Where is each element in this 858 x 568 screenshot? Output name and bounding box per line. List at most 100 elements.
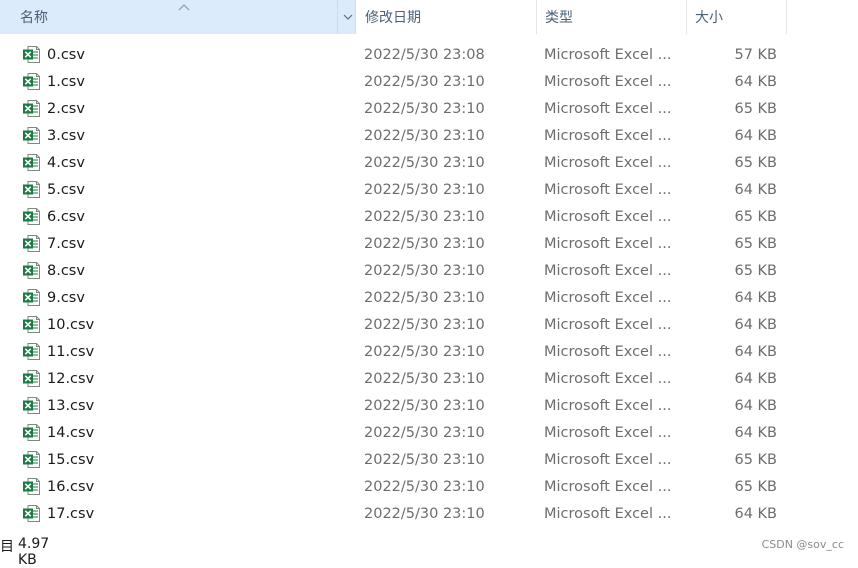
file-row[interactable]: 5.csv 2022/5/30 23:10 Microsoft Excel ... 6… (0, 178, 858, 205)
excel-csv-icon (22, 369, 41, 388)
excel-csv-icon (22, 396, 41, 415)
column-header-type[interactable]: 类型 (537, 0, 687, 34)
file-row[interactable]: 0.csv 2022/5/30 23:08 Microsoft Excel ... 5… (0, 43, 858, 70)
file-row[interactable]: 13.csv 2022/5/30 23:10 Microsoft Excel ...… (0, 394, 858, 421)
file-size: 64 KB (734, 128, 777, 144)
file-row[interactable]: 16.csv 2022/5/30 23:10 Microsoft Excel ...… (0, 475, 858, 502)
file-row[interactable]: 17.csv 2022/5/30 23:10 Microsoft Excel ...… (0, 502, 858, 529)
file-name: 10.csv (47, 317, 95, 333)
file-row[interactable]: 15.csv 2022/5/30 23:10 Microsoft Excel ...… (0, 448, 858, 475)
file-date: 2022/5/30 23:10 (364, 155, 485, 171)
file-size: 64 KB (734, 290, 777, 306)
excel-csv-icon (22, 72, 41, 91)
file-size: 65 KB (734, 155, 777, 171)
file-type: Microsoft Excel ... (544, 47, 672, 63)
file-row[interactable]: 4.csv 2022/5/30 23:10 Microsoft Excel ... 6… (0, 151, 858, 178)
file-name: 17.csv (47, 506, 95, 522)
status-text-fragment: 目 (0, 539, 14, 555)
file-type: Microsoft Excel ... (544, 263, 672, 279)
file-type: Microsoft Excel ... (544, 290, 672, 306)
excel-csv-icon (22, 450, 41, 469)
excel-csv-icon (22, 234, 41, 253)
file-name: 12.csv (47, 371, 95, 387)
file-date: 2022/5/30 23:10 (364, 452, 485, 468)
file-date: 2022/5/30 23:08 (364, 47, 485, 63)
file-date: 2022/5/30 23:10 (364, 236, 485, 252)
excel-csv-icon (22, 504, 41, 523)
file-name: 11.csv (47, 344, 95, 360)
file-type: Microsoft Excel ... (544, 182, 672, 198)
excel-csv-icon (22, 180, 41, 199)
file-name: 13.csv (47, 398, 95, 414)
column-header-size-label: 大小 (695, 10, 723, 26)
file-row[interactable]: 8.csv 2022/5/30 23:10 Microsoft Excel ... 6… (0, 259, 858, 286)
column-header-bar: 名称 修改日期 类型 大小 (0, 0, 858, 34)
file-row[interactable]: 6.csv 2022/5/30 23:10 Microsoft Excel ... 6… (0, 205, 858, 232)
file-row[interactable]: 2.csv 2022/5/30 23:10 Microsoft Excel ... 6… (0, 97, 858, 124)
file-size: 64 KB (734, 506, 777, 522)
file-size: 64 KB (734, 74, 777, 90)
file-row[interactable]: 3.csv 2022/5/30 23:10 Microsoft Excel ... 6… (0, 124, 858, 151)
sort-ascending-icon (178, 4, 190, 11)
file-name: 16.csv (47, 479, 95, 495)
file-row[interactable]: 7.csv 2022/5/30 23:10 Microsoft Excel ... 6… (0, 232, 858, 259)
file-type: Microsoft Excel ... (544, 398, 672, 414)
selection-size: 4.97 KB (18, 536, 50, 568)
file-date: 2022/5/30 23:10 (364, 128, 485, 144)
file-row[interactable]: 11.csv 2022/5/30 23:10 Microsoft Excel ...… (0, 340, 858, 367)
file-type: Microsoft Excel ... (544, 371, 672, 387)
column-header-date-label: 修改日期 (365, 10, 421, 26)
column-filter-dropdown[interactable] (337, 0, 357, 34)
column-header-size[interactable]: 大小 (687, 0, 787, 34)
file-name: 7.csv (47, 236, 85, 252)
file-type: Microsoft Excel ... (544, 344, 672, 360)
file-size: 64 KB (734, 344, 777, 360)
file-row[interactable]: 14.csv 2022/5/30 23:10 Microsoft Excel ...… (0, 421, 858, 448)
excel-csv-icon (22, 423, 41, 442)
excel-csv-icon (22, 99, 41, 118)
file-name: 15.csv (47, 452, 95, 468)
file-name: 5.csv (47, 182, 85, 198)
file-row[interactable]: 10.csv 2022/5/30 23:10 Microsoft Excel ...… (0, 313, 858, 340)
file-type: Microsoft Excel ... (544, 317, 672, 333)
column-header-date[interactable]: 修改日期 (357, 0, 537, 34)
file-type: Microsoft Excel ... (544, 425, 672, 441)
file-size: 57 KB (734, 47, 777, 63)
excel-csv-icon (22, 288, 41, 307)
file-name: 2.csv (47, 101, 85, 117)
file-date: 2022/5/30 23:10 (364, 290, 485, 306)
file-date: 2022/5/30 23:10 (364, 74, 485, 90)
excel-csv-icon (22, 207, 41, 226)
file-date: 2022/5/30 23:10 (364, 479, 485, 495)
file-type: Microsoft Excel ... (544, 506, 672, 522)
excel-csv-icon (22, 45, 41, 64)
file-size: 65 KB (734, 209, 777, 225)
file-type: Microsoft Excel ... (544, 236, 672, 252)
file-row[interactable]: 1.csv 2022/5/30 23:10 Microsoft Excel ... 6… (0, 70, 858, 97)
file-list: 0.csv 2022/5/30 23:08 Microsoft Excel ... 5… (0, 43, 858, 529)
column-header-type-label: 类型 (545, 10, 573, 26)
excel-csv-icon (22, 315, 41, 334)
file-size: 65 KB (734, 452, 777, 468)
file-date: 2022/5/30 23:10 (364, 182, 485, 198)
chevron-down-icon (343, 14, 352, 20)
file-size: 64 KB (734, 371, 777, 387)
column-header-name-label: 名称 (20, 10, 48, 26)
file-name: 3.csv (47, 128, 85, 144)
file-size: 64 KB (734, 398, 777, 414)
file-name: 1.csv (47, 74, 85, 90)
file-date: 2022/5/30 23:10 (364, 344, 485, 360)
file-size: 65 KB (734, 101, 777, 117)
file-type: Microsoft Excel ... (544, 155, 672, 171)
file-type: Microsoft Excel ... (544, 209, 672, 225)
excel-csv-icon (22, 477, 41, 496)
file-date: 2022/5/30 23:10 (364, 398, 485, 414)
file-row[interactable]: 12.csv 2022/5/30 23:10 Microsoft Excel ...… (0, 367, 858, 394)
file-row[interactable]: 9.csv 2022/5/30 23:10 Microsoft Excel ... 6… (0, 286, 858, 313)
file-size: 64 KB (734, 182, 777, 198)
file-size: 64 KB (734, 317, 777, 333)
excel-csv-icon (22, 126, 41, 145)
file-date: 2022/5/30 23:10 (364, 371, 485, 387)
file-size: 65 KB (734, 479, 777, 495)
file-name: 4.csv (47, 155, 85, 171)
